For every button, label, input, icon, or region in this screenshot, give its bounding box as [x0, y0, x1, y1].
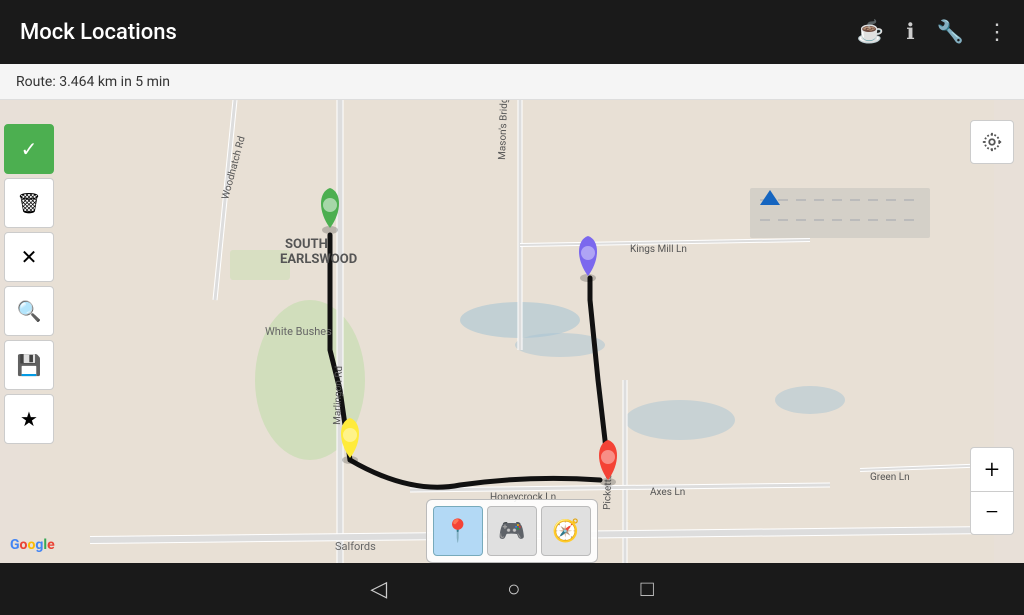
favorite-button[interactable]: ★ [4, 394, 54, 444]
system-nav-bar: ◁ ○ □ [0, 563, 1024, 615]
svg-text:Salfords: Salfords [335, 540, 376, 553]
svg-text:EARLSWOOD: EARLSWOOD [280, 252, 357, 267]
app-title: Mock Locations [20, 20, 857, 45]
svg-text:Marlingon Rd: Marlingon Rd [332, 366, 345, 425]
location-mode-button[interactable]: 📍 [433, 506, 483, 556]
map-view[interactable]: Woodhatch Rd Mason's Bridge Rd Marlingon… [0, 100, 1024, 563]
wrench-icon[interactable]: 🔧 [937, 20, 964, 45]
clear-button[interactable]: ✕ [4, 232, 54, 282]
search-button[interactable]: 🔍 [4, 286, 54, 336]
top-app-bar: Mock Locations ☕ ℹ 🔧 ⋮ [0, 0, 1024, 64]
gamepad-button[interactable]: 🎮 [487, 506, 537, 556]
delete-button[interactable]: 🗑 [4, 178, 54, 228]
topbar-actions: ☕ ℹ 🔧 ⋮ [857, 20, 1008, 45]
compass-button[interactable]: 🧭 [541, 506, 591, 556]
back-button[interactable]: ◁ [370, 577, 387, 602]
overflow-menu-icon[interactable]: ⋮ [986, 20, 1008, 45]
svg-text:Green Ln: Green Ln [870, 472, 910, 483]
info-icon[interactable]: ℹ [906, 20, 914, 45]
google-logo-g: G [10, 537, 20, 553]
map-svg: Woodhatch Rd Mason's Bridge Rd Marlingon… [0, 100, 1024, 563]
save-button[interactable]: 💾 [4, 340, 54, 390]
svg-text:Axes Ln: Axes Ln [650, 487, 685, 498]
home-button[interactable]: ○ [507, 576, 520, 602]
zoom-in-button[interactable]: + [970, 447, 1014, 491]
confirm-button[interactable]: ✓ [4, 124, 54, 174]
svg-text:SOUTH: SOUTH [285, 237, 328, 252]
svg-text:White Bushes: White Bushes [265, 325, 332, 338]
locate-button[interactable] [970, 120, 1014, 164]
route-info-bar: Route: 3.464 km in 5 min [0, 64, 1024, 100]
google-logo: Google [10, 537, 55, 553]
svg-text:Kings Mill Ln: Kings Mill Ln [630, 244, 687, 255]
recent-apps-button[interactable]: □ [640, 576, 653, 602]
zoom-controls: + − [970, 447, 1014, 535]
mode-toolbar: 📍 🎮 🧭 [426, 499, 598, 563]
coffee-icon[interactable]: ☕ [857, 20, 884, 45]
route-text: Route: 3.464 km in 5 min [16, 74, 170, 90]
left-toolbar: ✓ 🗑 ✕ 🔍 💾 ★ [0, 120, 60, 448]
zoom-out-button[interactable]: − [970, 491, 1014, 535]
